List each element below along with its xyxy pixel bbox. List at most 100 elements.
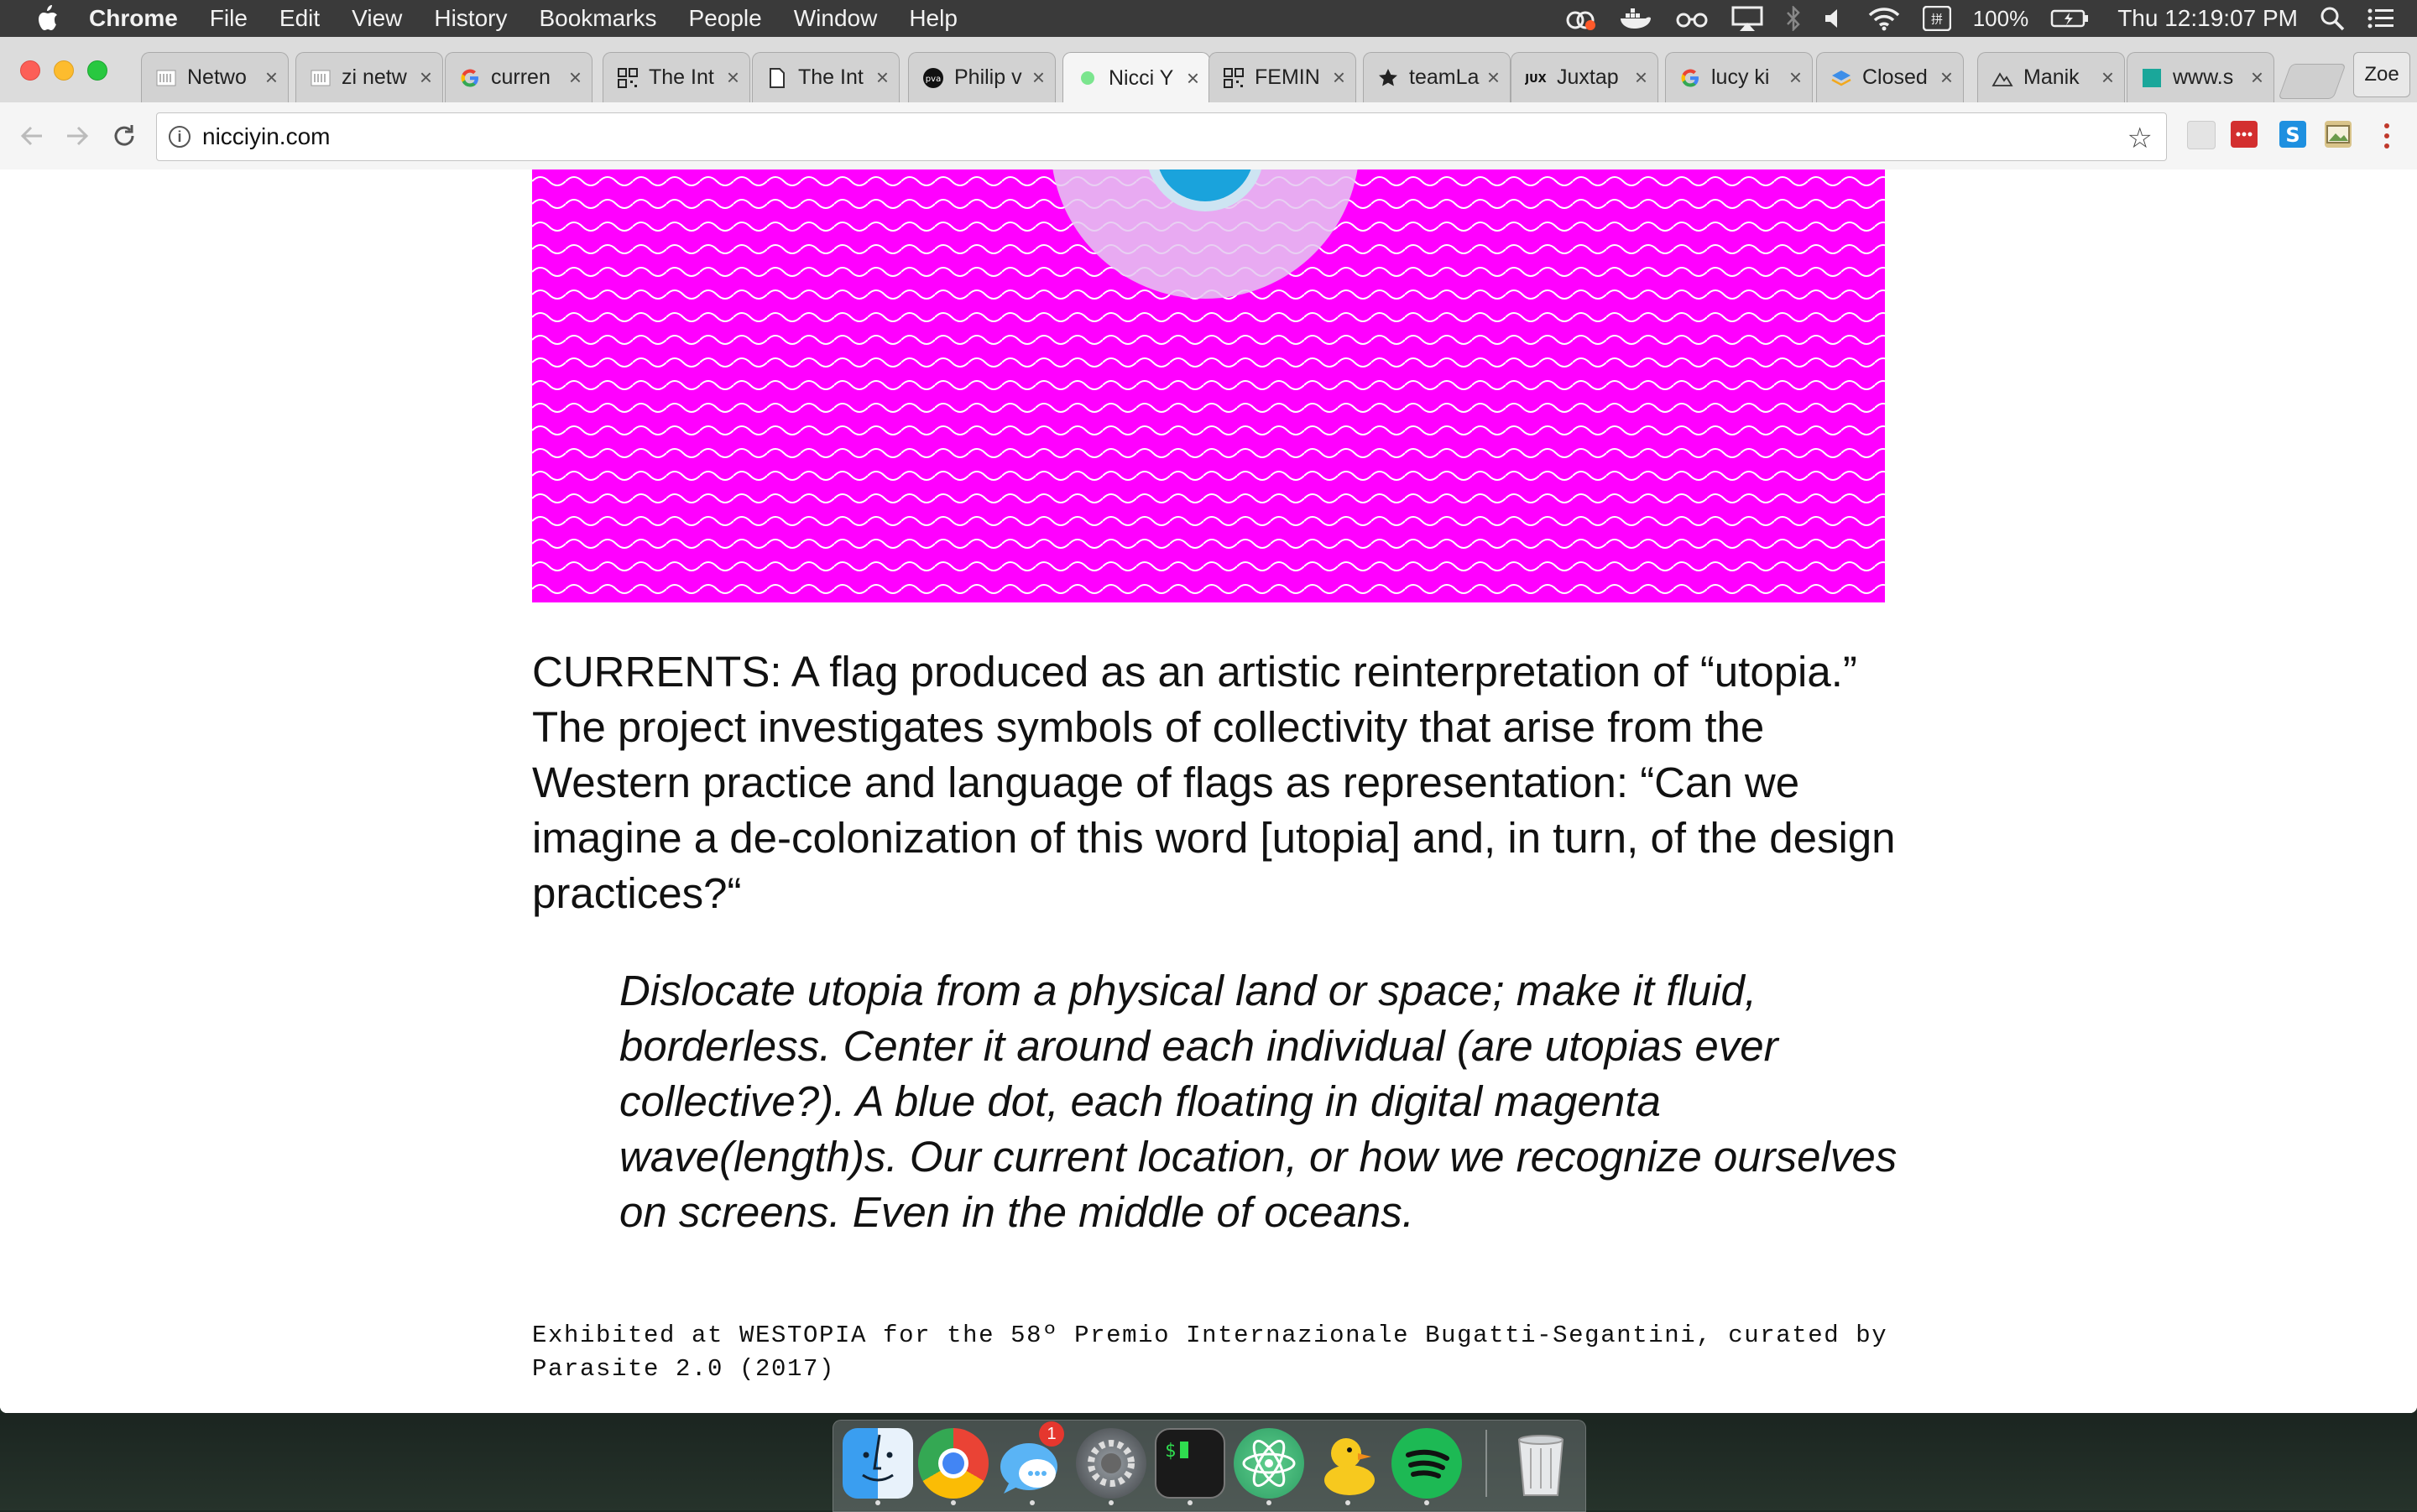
tab-title: Nicci Y xyxy=(1109,65,1174,90)
airplay-icon[interactable] xyxy=(1731,6,1763,31)
tab-close-icon[interactable]: × xyxy=(1333,65,1345,91)
forward-button[interactable] xyxy=(60,119,94,153)
reload-button[interactable] xyxy=(107,119,141,153)
tab-13[interactable]: Manik × xyxy=(1977,52,2125,102)
tab-title: Juxtap xyxy=(1557,65,1619,89)
extension-placeholder-icon[interactable] xyxy=(2187,121,2216,149)
tab-close-icon[interactable]: × xyxy=(876,65,889,91)
layers-icon xyxy=(1830,67,1852,89)
qr-icon xyxy=(1223,67,1245,89)
tab-14[interactable]: www.s × xyxy=(2127,52,2274,102)
terminal-icon[interactable]: $ xyxy=(1155,1428,1225,1499)
spotify-icon[interactable] xyxy=(1391,1428,1462,1499)
tab-close-icon[interactable]: × xyxy=(1487,65,1500,91)
volume-icon[interactable] xyxy=(1824,8,1845,29)
web-page: CURRENTS: A flag produced as an artistic… xyxy=(0,169,2417,1413)
menu-app-name[interactable]: Chrome xyxy=(89,5,178,32)
chrome-running-indicator xyxy=(951,1500,956,1505)
tab-title: curren xyxy=(491,65,551,89)
menu-file[interactable]: File xyxy=(210,5,248,32)
google-icon xyxy=(1679,67,1701,89)
tab-1[interactable]: Netwo × xyxy=(141,52,289,102)
tab-close-icon[interactable]: × xyxy=(265,65,278,91)
mountain-icon xyxy=(1992,67,2013,89)
back-button[interactable] xyxy=(15,119,49,153)
tab-11[interactable]: lucy ki × xyxy=(1665,52,1813,102)
menu-history[interactable]: History xyxy=(434,5,507,32)
tab-4[interactable]: The Int × xyxy=(603,52,750,102)
tab-strip: Netwo × zi netw × curren × The Int × The Int × pva… xyxy=(0,37,2417,103)
tab-close-icon[interactable]: × xyxy=(1187,65,1199,91)
tab-3[interactable]: curren × xyxy=(445,52,593,102)
browser-toolbar: i nicciyin.com ☆ S xyxy=(0,102,2417,170)
tab-9[interactable]: teamLa × xyxy=(1363,52,1511,102)
trash-icon[interactable] xyxy=(1506,1428,1576,1499)
page-grid-icon xyxy=(310,67,331,89)
system-preferences-icon[interactable] xyxy=(1076,1428,1146,1499)
image-extension-icon[interactable] xyxy=(2325,121,2352,148)
tab-5[interactable]: The Int × xyxy=(752,52,900,102)
tab-close-icon[interactable]: × xyxy=(1635,65,1647,91)
tab-12[interactable]: Closed × xyxy=(1816,52,1964,102)
minimize-window-button[interactable] xyxy=(54,60,74,81)
currents-flag-image xyxy=(532,169,1885,602)
wifi-icon[interactable] xyxy=(1867,6,1901,31)
menu-window[interactable]: Window xyxy=(794,5,878,32)
tab-2[interactable]: zi netw × xyxy=(295,52,443,102)
close-window-button[interactable] xyxy=(20,60,40,81)
chrome-icon[interactable] xyxy=(918,1428,989,1499)
lastpass-icon[interactable] xyxy=(2231,121,2258,148)
tab-close-icon[interactable]: × xyxy=(1789,65,1802,91)
tab-title: teamLa xyxy=(1409,65,1480,89)
google-icon xyxy=(459,67,481,89)
tab-10[interactable]: JUX Juxtap × xyxy=(1511,52,1658,102)
tab-close-icon[interactable]: × xyxy=(727,65,739,91)
tab-close-icon[interactable]: × xyxy=(420,65,432,91)
chrome-menu-icon[interactable] xyxy=(2377,119,2397,153)
tab-close-icon[interactable]: × xyxy=(569,65,582,91)
profile-button[interactable]: Zoe xyxy=(2353,52,2410,97)
star-icon xyxy=(1377,67,1399,89)
finder-icon[interactable] xyxy=(843,1428,913,1499)
new-tab-button[interactable] xyxy=(2278,64,2347,99)
zoom-window-button[interactable] xyxy=(87,60,107,81)
tab-close-icon[interactable]: × xyxy=(1940,65,1953,91)
tab-title: Manik xyxy=(2023,65,2080,89)
exhibition-credit: Exhibited at WESTOPIA for the 58º Premio… xyxy=(532,1322,1888,1383)
battery-percent[interactable]: 100% xyxy=(1973,6,2029,32)
tab-close-icon[interactable]: × xyxy=(1032,65,1045,91)
address-text[interactable]: nicciyin.com xyxy=(202,123,330,150)
glasses-icon[interactable] xyxy=(1674,8,1710,29)
menu-bookmarks[interactable]: Bookmarks xyxy=(539,5,656,32)
tab-title: The Int xyxy=(649,65,714,89)
tab-7[interactable]: Nicci Y × xyxy=(1062,52,1210,103)
input-source-icon[interactable]: 拼 xyxy=(1922,6,1951,31)
clock[interactable]: Thu 12:19:07 PM xyxy=(2117,5,2298,32)
menu-edit[interactable]: Edit xyxy=(279,5,320,32)
creative-cloud-icon[interactable] xyxy=(1563,7,1597,30)
tab-6[interactable]: pva Philip v × xyxy=(908,52,1056,102)
svg-text:pva: pva xyxy=(926,75,941,84)
tab-8[interactable]: FEMIN × xyxy=(1208,52,1356,102)
system-preferences-running-indicator xyxy=(1109,1500,1114,1505)
apple-icon[interactable] xyxy=(35,5,59,32)
battery-icon[interactable] xyxy=(2050,8,2089,29)
skype-icon[interactable]: S xyxy=(2279,121,2306,148)
atom-icon[interactable] xyxy=(1234,1428,1304,1499)
bluetooth-icon[interactable] xyxy=(1785,6,1802,31)
cyberduck-icon[interactable] xyxy=(1313,1428,1383,1499)
dock-separator xyxy=(1485,1430,1487,1497)
menu-help[interactable]: Help xyxy=(909,5,958,32)
page-grid-icon xyxy=(155,67,177,89)
tab-close-icon[interactable]: × xyxy=(2251,65,2263,91)
menu-view[interactable]: View xyxy=(352,5,402,32)
spotlight-icon[interactable] xyxy=(2320,6,2345,31)
address-bar[interactable]: i nicciyin.com ☆ xyxy=(156,112,2167,161)
menu-people[interactable]: People xyxy=(689,5,762,32)
site-info-icon[interactable]: i xyxy=(169,126,191,148)
bookmark-star-icon[interactable]: ☆ xyxy=(2127,122,2153,155)
notification-center-icon[interactable] xyxy=(2367,7,2395,30)
tab-close-icon[interactable]: × xyxy=(2101,65,2114,91)
qr-icon xyxy=(617,67,639,89)
docker-icon[interactable] xyxy=(1619,7,1652,30)
